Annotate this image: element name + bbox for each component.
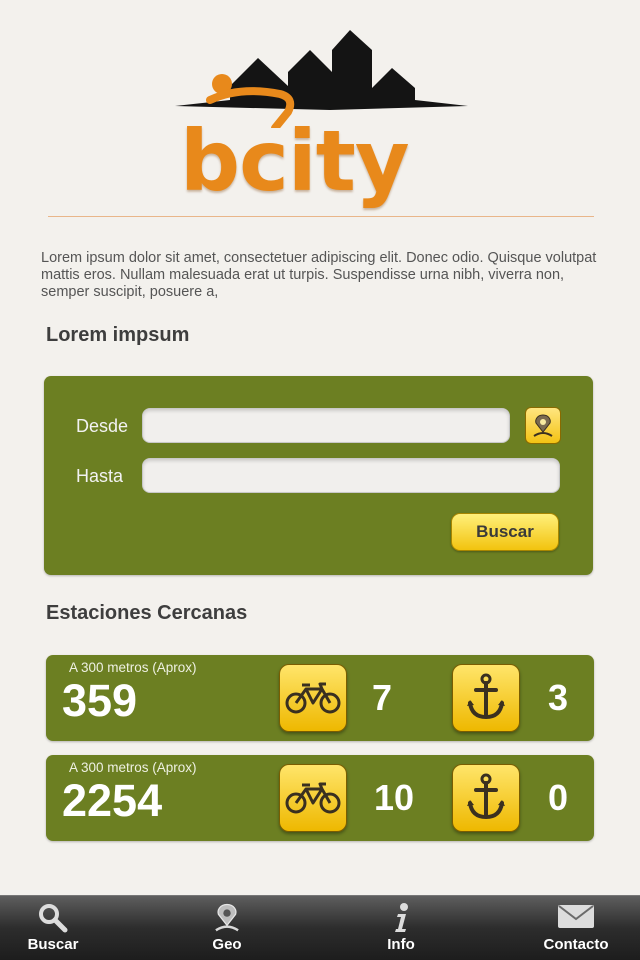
search-section-title: Lorem impsum <box>46 324 190 346</box>
search-button[interactable]: Buscar <box>451 513 559 551</box>
bikes-count: 10 <box>374 777 415 818</box>
bicycle-icon <box>285 682 341 714</box>
magnifier-icon <box>39 904 68 933</box>
tab-label: Contacto <box>543 936 609 953</box>
map-pin-icon <box>533 413 553 437</box>
intro-text: Lorem ipsum dolor sit amet, consectetuer… <box>41 250 597 300</box>
info-icon <box>395 903 408 932</box>
station-distance: A 300 metros (Aprox) <box>69 660 197 675</box>
station-card[interactable]: A 300 metros (Aprox) 2254 10 0 <box>46 755 594 841</box>
station-number: 2254 <box>62 775 163 826</box>
bikes-button[interactable] <box>279 664 347 732</box>
to-input[interactable] <box>142 458 560 493</box>
bicycle-icon <box>285 782 341 814</box>
to-label: Hasta <box>76 466 124 486</box>
bikes-button[interactable] <box>279 764 347 832</box>
logo-wordmark: bcity <box>180 112 410 210</box>
station-card[interactable]: A 300 metros (Aprox) 359 7 3 <box>46 655 594 741</box>
station-distance: A 300 metros (Aprox) <box>69 760 197 775</box>
tab-buscar[interactable]: Buscar <box>0 896 113 960</box>
bikes-count: 7 <box>372 677 393 718</box>
tab-contacto[interactable]: Contacto <box>516 896 636 960</box>
anchor-icon <box>467 773 505 820</box>
route-search-panel: Desde Hasta Buscar <box>44 376 593 575</box>
from-label: Desde <box>76 416 129 436</box>
docks-button[interactable] <box>452 764 520 832</box>
bcity-logo: bcity <box>170 28 470 210</box>
envelope-icon <box>558 905 594 928</box>
tab-label: Geo <box>212 936 242 953</box>
tab-bar: Buscar Geo Info Contacto <box>0 895 640 960</box>
tab-info[interactable]: Info <box>341 896 461 960</box>
anchor-icon <box>467 673 505 720</box>
docks-count: 3 <box>548 677 569 718</box>
docks-count: 0 <box>548 777 569 818</box>
tab-label: Info <box>387 936 415 953</box>
map-pin-icon <box>215 903 239 932</box>
from-input[interactable] <box>142 408 510 443</box>
tab-geo[interactable]: Geo <box>167 896 287 960</box>
nearby-stations-title: Estaciones Cercanas <box>46 602 248 624</box>
divider <box>48 216 594 217</box>
tab-label: Buscar <box>27 936 79 953</box>
locate-button[interactable] <box>525 407 561 444</box>
docks-button[interactable] <box>452 664 520 732</box>
station-number: 359 <box>62 675 138 726</box>
